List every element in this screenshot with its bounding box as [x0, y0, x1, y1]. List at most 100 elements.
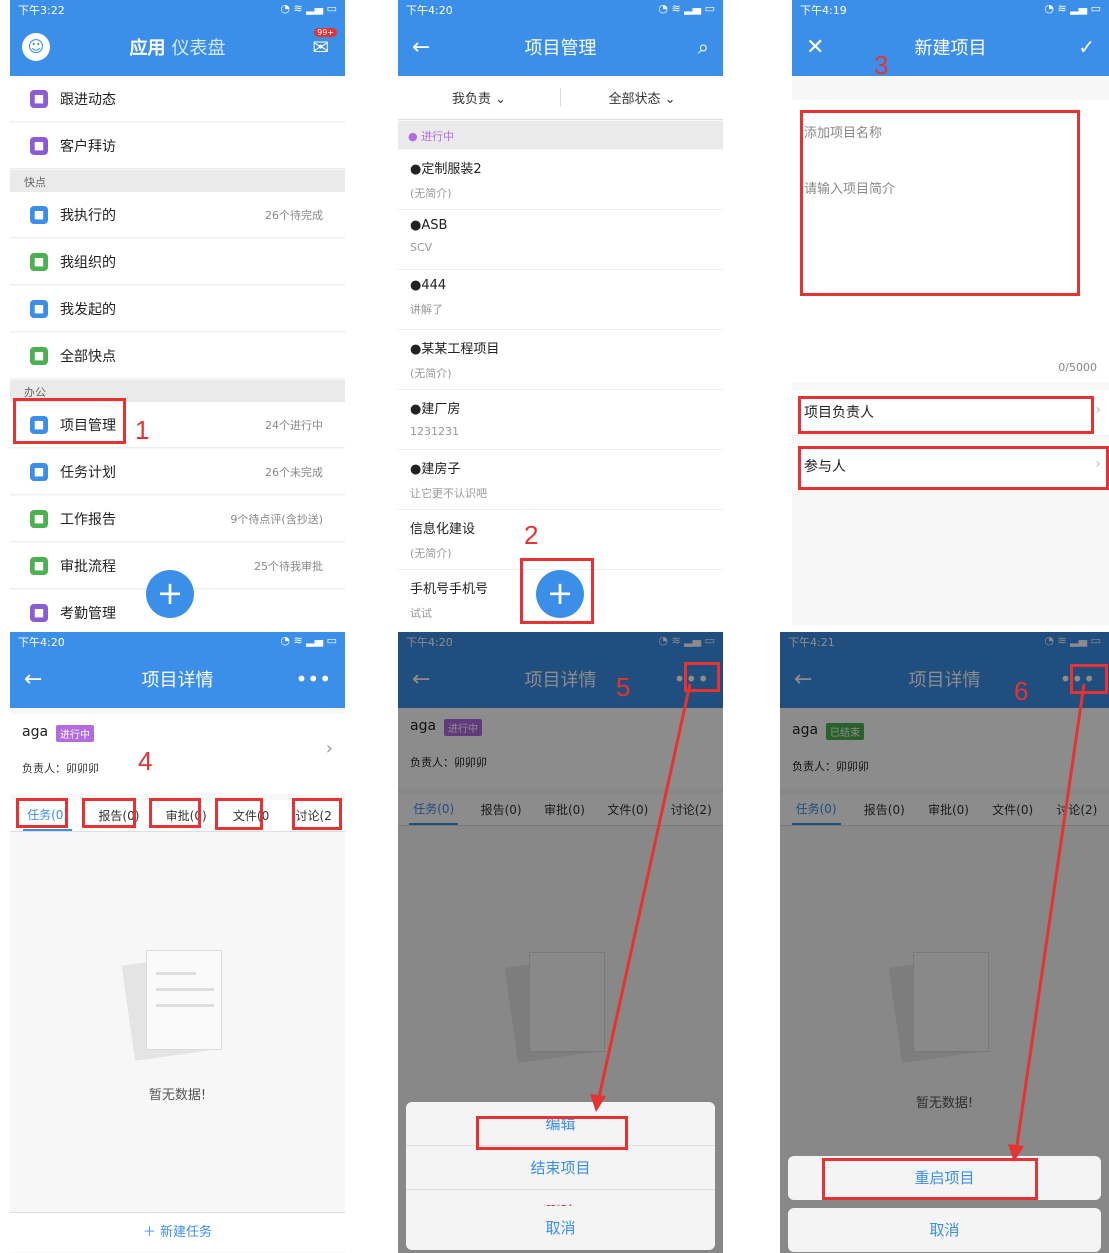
section-header: 快点 [10, 170, 345, 192]
menu-item[interactable]: ■ 我组织的 [10, 239, 345, 285]
project-list-item[interactable]: ●定制服装2 (无简介) [398, 150, 723, 210]
highlight-box-tab4 [215, 798, 263, 830]
project-desc: (无简介) [410, 187, 452, 200]
status-time: 下午4:20 [18, 636, 65, 649]
back-arrow-icon[interactable]: ← [412, 35, 430, 60]
project-desc: SCV [410, 241, 433, 254]
flag-icon: ■ [30, 462, 48, 481]
project-title: ●444 [410, 278, 447, 293]
highlight-box-add [520, 558, 594, 624]
more-icon[interactable]: ••• [296, 667, 331, 691]
menu-item[interactable]: ■ 工作报告 9个待点评(含抄送) [10, 496, 345, 542]
highlight-box-tab2 [82, 798, 136, 828]
filter-status[interactable]: 全部状态 ⌄ [561, 88, 723, 107]
header: ← 项目管理 ⌕ [398, 18, 723, 76]
project-desc: 讲解了 [410, 303, 443, 316]
panel-project-list: 下午4:20 ◔ ≋ ▂▄ ▭ ← 项目管理 ⌕ 我负责 ⌄ 全部状态 ⌄ ● 进… [398, 0, 723, 625]
owner-text: 负责人：卯卯卯 [22, 762, 99, 775]
menu-item-count: 26个未完成 [265, 465, 323, 479]
add-fab-button[interactable]: + [146, 570, 194, 618]
status-icons: ◔ ≋ ▂▄ ▭ [280, 2, 337, 15]
highlight-box-tab5 [292, 798, 342, 830]
highlight-box-more [684, 662, 720, 692]
status-time: 下午4:19 [800, 4, 847, 17]
status-bar: 下午3:22 ◔ ≋ ▂▄ ▭ [10, 0, 345, 18]
menu-item[interactable]: ■ 客户拜访 [10, 123, 345, 169]
project-list-item[interactable]: ●444 讲解了 [398, 270, 723, 330]
org-icon: ■ [30, 252, 48, 271]
new-task-button[interactable]: ＋ 新建任务 [10, 1212, 345, 1252]
highlight-box-tab1 [16, 798, 68, 828]
menu-item-label: 工作报告 [60, 511, 116, 528]
highlight-box-owner [798, 396, 1094, 434]
close-icon[interactable]: ✕ [806, 35, 824, 60]
filter-bar: 我负责 ⌄ 全部状态 ⌄ [398, 76, 723, 120]
message-icon[interactable]: ✉ [312, 35, 329, 59]
stamp-icon: ■ [30, 556, 48, 575]
header: ✕ 新建项目 ✓ [792, 18, 1109, 76]
menu-item[interactable]: ■ 我发起的 [10, 286, 345, 332]
project-summary[interactable]: aga 进行中 负责人：卯卯卯 › [10, 714, 345, 794]
highlight-box-form [800, 110, 1080, 296]
status-time: 下午4:20 [406, 4, 453, 17]
project-list-item[interactable]: ●建厂房 1231231 [398, 390, 723, 450]
confirm-check-icon[interactable]: ✓ [1078, 35, 1095, 59]
menu-item-label: 我发起的 [60, 301, 116, 318]
menu-item-label: 跟进动态 [60, 91, 116, 108]
char-counter: 0/5000 [1058, 361, 1097, 374]
step-number-6: 6 [1014, 676, 1029, 706]
project-list-item[interactable]: ●建房子 让它更不认识吧 [398, 450, 723, 510]
menu-item[interactable]: ■ 我执行的 26个待完成 [10, 192, 345, 238]
message-badge: 99+ [314, 28, 337, 37]
back-arrow-icon[interactable]: ← [24, 667, 42, 692]
chevron-right-icon: › [325, 738, 333, 759]
menu-item[interactable]: ■ 跟进动态 [10, 76, 345, 122]
project-title: ●定制服装2 [410, 162, 482, 177]
project-title: 信息化建设 [410, 522, 476, 537]
app-header: ☺ 应用 仪表盘 ✉ 99+ [10, 18, 345, 76]
panel-project-detail: 下午4:20 ◔ ≋ ▂▄ ▭ ← 项目详情 ••• aga 进行中 负责人：卯卯… [10, 632, 345, 1253]
panel-project-actions: 下午4:20 ◔ ≋ ▂▄ ▭ ← 项目详情 ••• aga 进行中 负责人：卯卯… [398, 632, 723, 1253]
menu-item-label: 客户拜访 [60, 138, 116, 155]
menu-item-label: 任务计划 [60, 464, 116, 481]
menu-item-label: 考勤管理 [60, 605, 116, 622]
tab-app[interactable]: 应用 [130, 34, 166, 60]
menu-item-count: 26个待完成 [265, 208, 323, 222]
filter-owner[interactable]: 我负责 ⌄ [398, 88, 561, 107]
panel-project-restart: 下午4:21 ◔ ≋ ▂▄ ▭ ← 项目详情 ••• aga 已结束 负责人：卯卯… [780, 632, 1109, 1253]
step-number-4: 4 [138, 746, 153, 776]
project-list-item[interactable]: ●某某工程项目 (无简介) [398, 330, 723, 390]
menu-item[interactable]: ■ 任务计划 26个未完成 [10, 449, 345, 495]
project-title: ●ASB [410, 218, 448, 233]
clock-icon: ■ [30, 603, 48, 622]
avatar[interactable]: ☺ [22, 33, 50, 61]
highlight-box-tab3 [149, 798, 201, 828]
project-desc: (无简介) [410, 367, 452, 380]
status-time: 下午3:22 [18, 4, 65, 17]
step-number-1: 1 [135, 415, 150, 445]
menu-item-count: 25个待我审批 [254, 559, 323, 573]
user-icon: ■ [30, 89, 48, 108]
panel-new-project: 下午4:19 ◔ ≋ ▂▄ ▭ ✕ 新建项目 ✓ 添加项目名称 请输入项目简介 0… [792, 0, 1109, 625]
page-title: 项目详情 [141, 670, 214, 691]
project-list-item[interactable]: ●ASB SCV [398, 210, 723, 270]
status-icons: ◔ ≋ ▂▄ ▭ [280, 634, 337, 647]
menu-item[interactable]: ■ 全部快点 [10, 333, 345, 379]
report-icon: ■ [30, 509, 48, 528]
step-number-3: 3 [874, 50, 889, 80]
highlight-box-members [798, 446, 1109, 490]
project-title: ●某某工程项目 [410, 342, 500, 357]
status-icons: ◔ ≋ ▂▄ ▭ [1044, 2, 1101, 15]
location-icon: ■ [30, 136, 48, 155]
page-title: 项目管理 [524, 38, 597, 59]
status-bar: 下午4:19 ◔ ≋ ▂▄ ▭ [792, 0, 1109, 18]
highlight-box-end-project [476, 1116, 628, 1150]
header: ← 项目详情 ••• [10, 650, 345, 708]
highlight-box-restart [822, 1158, 1038, 1200]
search-icon[interactable]: ⌕ [698, 35, 709, 59]
tab-dashboard[interactable]: 仪表盘 [172, 34, 226, 60]
project-title: ●建厂房 [410, 402, 461, 417]
send-icon: ■ [30, 299, 48, 318]
status-bar: 下午4:20 ◔ ≋ ▂▄ ▭ [10, 632, 345, 650]
menu-item-label: 审批流程 [60, 558, 116, 575]
